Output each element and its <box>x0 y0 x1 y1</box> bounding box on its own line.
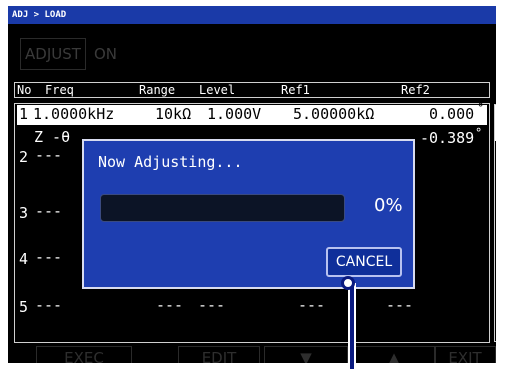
callout-dot <box>341 276 355 290</box>
callout-line <box>348 283 356 369</box>
row-5-no: 5 <box>19 298 29 316</box>
col-header-range: Range <box>139 83 176 97</box>
row-5-freq: --- <box>35 296 63 314</box>
row-ref2-unit: ° <box>477 101 485 115</box>
row-ref1: 5.00000kΩ <box>293 105 375 123</box>
col-header-no: No <box>17 83 32 97</box>
row-range: 10kΩ <box>155 105 192 123</box>
row-4-no: 4 <box>19 250 29 268</box>
down-button[interactable]: ▼ <box>264 346 348 363</box>
exec-button[interactable]: EXEC <box>36 346 132 363</box>
edit-button[interactable]: EDIT <box>178 346 260 363</box>
row-3-freq: --- <box>35 202 63 220</box>
progress-bar <box>100 194 345 222</box>
col-header-ref1: Ref1 <box>281 83 310 97</box>
sub-row-label: Z -θ <box>34 128 71 146</box>
col-header-level: Level <box>199 83 236 97</box>
row-2-no: 2 <box>19 148 29 166</box>
col-header-ref2: Ref2 <box>401 83 430 97</box>
row-2-freq: --- <box>35 146 63 164</box>
dialog-title: Now Adjusting... <box>98 153 243 171</box>
row-5-range: --- <box>156 296 184 314</box>
progress-percent: 0% <box>374 195 403 216</box>
exit-button[interactable]: EXIT <box>434 346 496 363</box>
row-5-level: --- <box>198 296 226 314</box>
adjust-button[interactable]: ADJUST <box>20 38 86 70</box>
col-header-freq: Freq <box>45 83 74 97</box>
sub-row-unit: ° <box>475 126 483 140</box>
breadcrumb: ADJ > LOAD <box>8 6 496 24</box>
table-header: No Freq Range Level Ref1 Ref2 <box>14 82 490 98</box>
row-level: 1.000V <box>207 105 262 123</box>
adjusting-dialog: Now Adjusting... 0% CANCEL <box>82 139 415 289</box>
scrollbar-thumb[interactable] <box>495 105 496 141</box>
cancel-button[interactable]: CANCEL <box>326 247 402 277</box>
sub-row-value: -0.389 <box>420 129 475 147</box>
device-screen: ADJ > LOAD ADJUST ON No Freq Range Level… <box>8 6 496 363</box>
row-4-freq: --- <box>35 248 63 266</box>
up-button[interactable]: ▲ <box>352 346 436 363</box>
row-3-no: 3 <box>19 204 29 222</box>
row-5-ref2: --- <box>386 296 414 314</box>
row-no: 1 <box>19 105 29 123</box>
adjust-state-label: ON <box>94 45 118 63</box>
row-ref2: 0.000 <box>429 105 475 123</box>
row-freq: 1.0000kHz <box>33 105 115 123</box>
row-5-ref1: --- <box>298 296 326 314</box>
table-row-selected[interactable]: 1 1.0000kHz 10kΩ 1.000V 5.00000kΩ 0.000 … <box>17 101 487 125</box>
